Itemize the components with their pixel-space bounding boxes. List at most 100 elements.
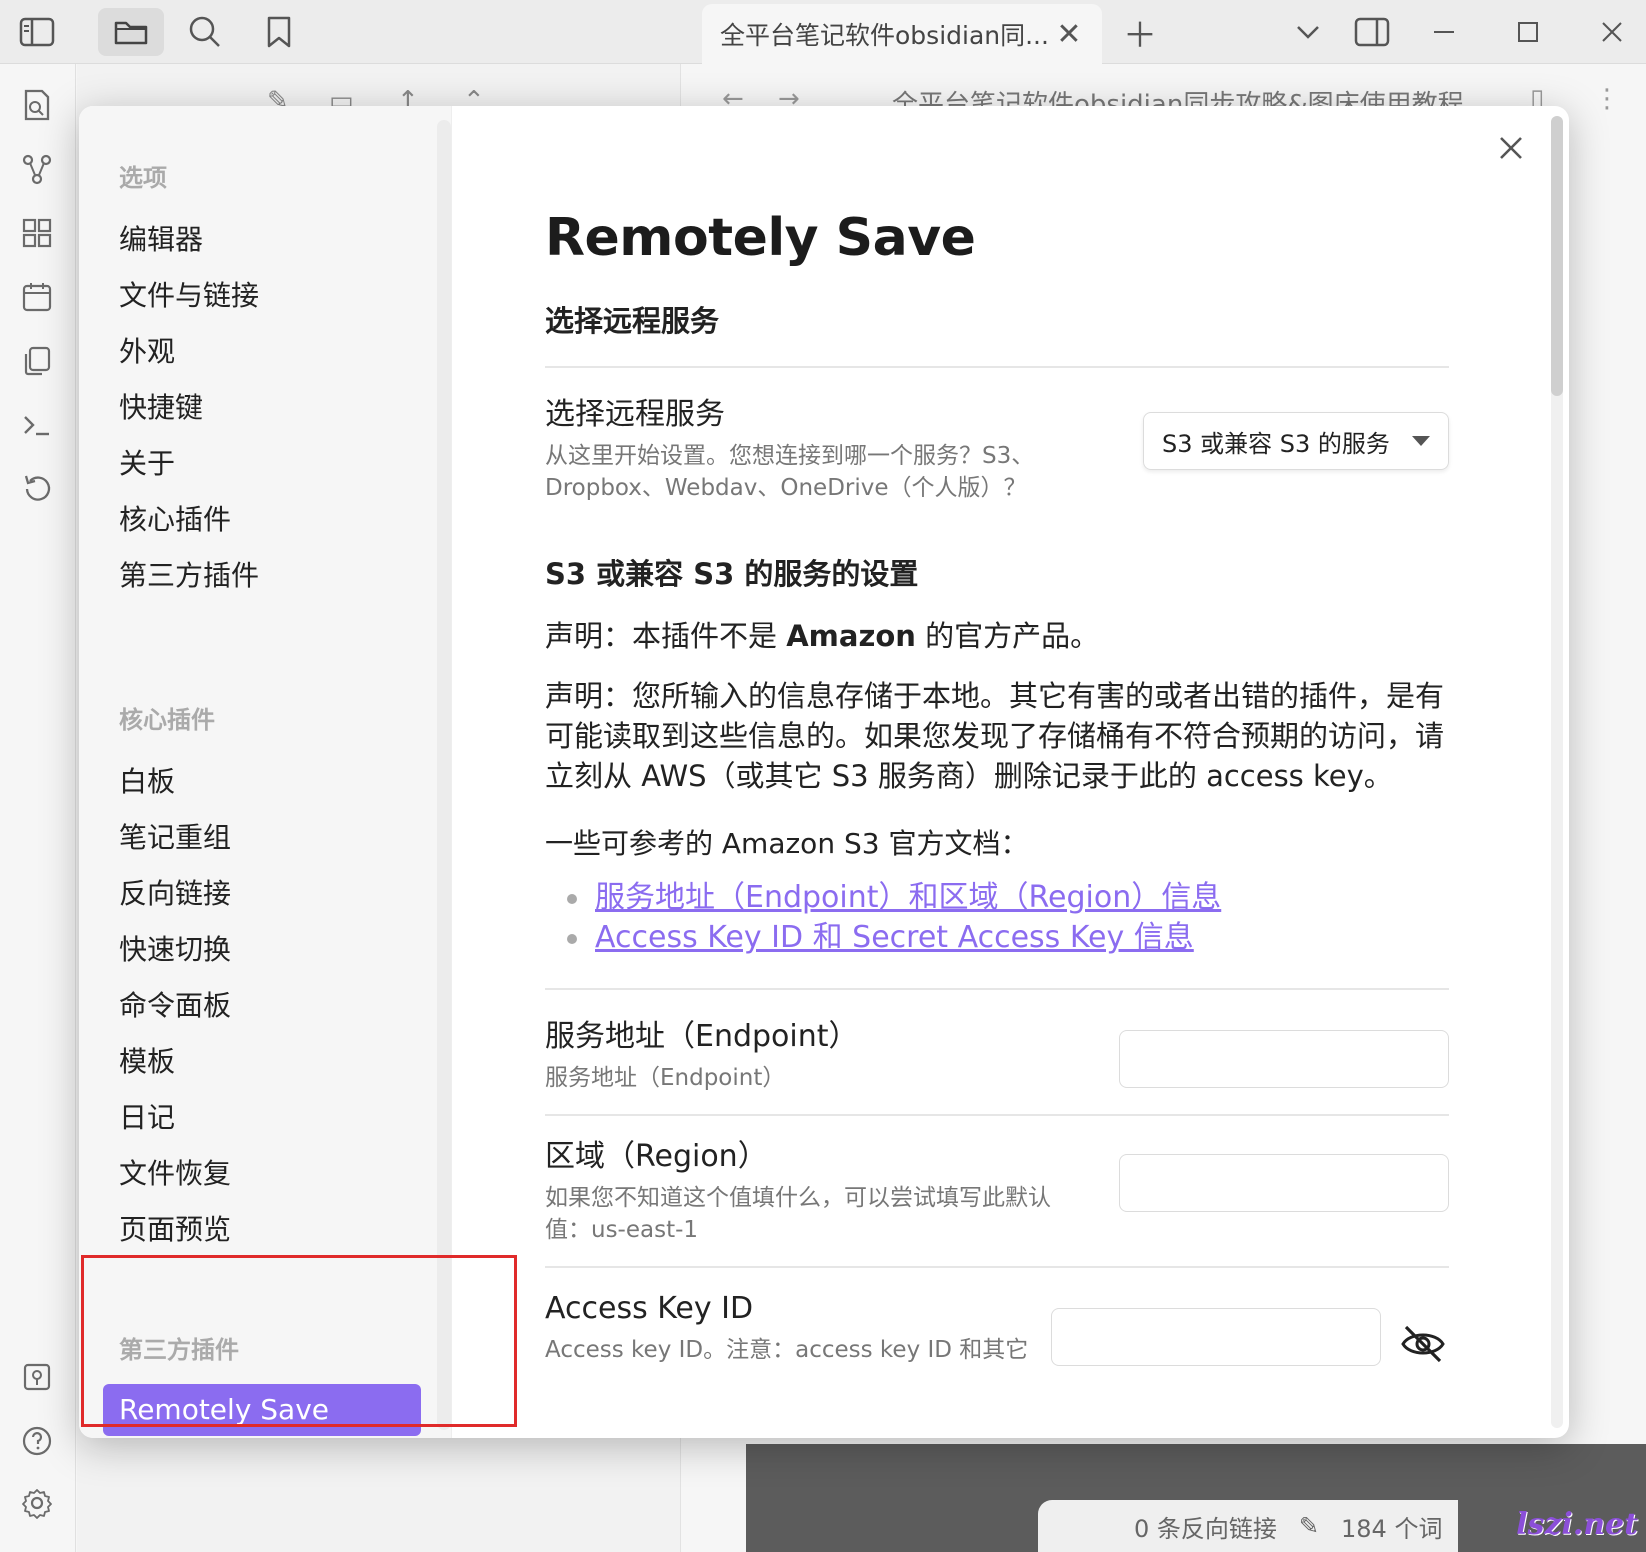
sidebar-scrollbar[interactable] (437, 120, 451, 1430)
group-header-core-plugins: 核心插件 (119, 706, 215, 734)
sidebar-item-about[interactable]: 关于 (79, 436, 451, 492)
divider (545, 988, 1449, 990)
maximize-icon[interactable] (1504, 8, 1552, 56)
search-icon[interactable] (180, 8, 230, 56)
setting-name: 选择远程服务 (545, 397, 725, 432)
setting-description: 如果您不知道这个值填什么，可以尝试填写此默认 值：us-east-1 (545, 1182, 1119, 1246)
edit-pen-icon[interactable]: ✎ (1299, 1512, 1319, 1540)
sidebar-divider (451, 106, 497, 1438)
group-header-options: 选项 (119, 164, 167, 192)
sidebar-item-hotkeys[interactable]: 快捷键 (79, 380, 451, 436)
minimize-icon[interactable] (1420, 8, 1468, 56)
sidebar-item-file-recovery[interactable]: 文件恢复 (79, 1146, 451, 1202)
list-item: Access Key ID 和 Secret Access Key 信息 (567, 918, 1449, 958)
endpoint-region-doc-link[interactable]: 服务地址（Endpoint）和区域（Region）信息 (595, 880, 1221, 915)
setting-name: 服务地址（Endpoint） (545, 1019, 859, 1054)
setting-description: 从这里开始设置。您想连接到哪一个服务？S3、 Dropbox、Webdav、On… (545, 440, 1143, 504)
chevron-down-icon[interactable] (1284, 8, 1332, 56)
close-tab-icon[interactable]: ✕ (1054, 17, 1084, 52)
help-icon[interactable] (18, 1422, 56, 1460)
disclaimer-amazon: 声明：本插件不是 Amazon 的官方产品。 (545, 616, 1449, 656)
region-input[interactable] (1119, 1154, 1449, 1212)
history-icon[interactable] (18, 470, 56, 508)
s3-settings-heading: S3 或兼容 S3 的服务的设置 (545, 557, 919, 591)
settings-modal: 选项 编辑器 文件与链接 外观 快捷键 关于 核心插件 第三方插件 核心插件 白… (79, 106, 1569, 1438)
docs-intro: 一些可参考的 Amazon S3 官方文档： (545, 827, 1029, 860)
endpoint-input[interactable] (1119, 1030, 1449, 1088)
disclaimer-text: 的官方产品。 (915, 619, 1100, 653)
setting-description-line: Dropbox、Webdav、OneDrive（个人版）？ (545, 475, 1027, 501)
setting-description: 服务地址（Endpoint） (545, 1065, 786, 1091)
list-item: 服务地址（Endpoint）和区域（Region）信息 (567, 878, 1449, 918)
calendar-icon[interactable] (18, 278, 56, 316)
eye-off-icon[interactable] (1397, 1318, 1449, 1370)
group-header-community-plugins: 第三方插件 (119, 1336, 239, 1364)
setting-region: 区域（Region） 如果您不知道这个值填什么，可以尝试填写此默认 值：us-e… (545, 1130, 1449, 1256)
disclaimer-local-storage: 声明：您所输入的信息存储于本地。其它有害的或者出错的插件，是有可能读取到这些信息… (545, 679, 1445, 793)
gear-icon[interactable] (18, 1484, 56, 1522)
watermark-logo: lszi.net (1516, 1507, 1638, 1542)
disclaimer-text: 声明：本插件不是 (545, 619, 787, 653)
sidebar-item-appearance[interactable]: 外观 (79, 324, 451, 380)
setting-description-line: 从这里开始设置。您想连接到哪一个服务？S3、 (545, 443, 1035, 469)
sidebar-item-remotely-save[interactable]: Remotely Save (103, 1384, 421, 1436)
docs-link-list: 服务地址（Endpoint）和区域（Region）信息 Access Key I… (567, 878, 1449, 958)
vault-icon[interactable] (18, 1358, 56, 1396)
more-options-icon[interactable]: ⋮ (1594, 84, 1620, 114)
caret-down-icon (1412, 436, 1430, 446)
settings-content: Remotely Save 选择远程服务 选择远程服务 从这里开始设置。您想连接… (497, 106, 1569, 1438)
divider (545, 1114, 1449, 1116)
sidebar-item-command-palette[interactable]: 命令面板 (79, 978, 451, 1034)
divider (545, 366, 1449, 368)
bookmark-icon[interactable] (254, 8, 304, 56)
close-modal-icon[interactable] (1489, 126, 1533, 170)
sidebar-item-daily-notes[interactable]: 日记 (79, 1090, 451, 1146)
copy-icon[interactable] (18, 342, 56, 380)
toggle-sidebar-icon[interactable] (12, 8, 62, 56)
dropdown-value: S3 或兼容 S3 的服务 (1162, 429, 1390, 458)
setting-remote-service: 选择远程服务 从这里开始设置。您想连接到哪一个服务？S3、 Dropbox、We… (545, 388, 1449, 514)
close-window-icon[interactable] (1588, 8, 1636, 56)
open-quick-switcher-icon[interactable] (18, 86, 56, 124)
new-tab-icon[interactable]: ＋ (1116, 8, 1164, 56)
sidebar-item-editor[interactable]: 编辑器 (79, 212, 451, 268)
status-bar: 1/8 Remo 0 条反向链接 ✎ 184 个词 (962, 1500, 1459, 1552)
sidebar-item-backlinks[interactable]: 反向链接 (79, 866, 451, 922)
title-bar: 全平台笔记软件obsidian同... ✕ ＋ (0, 0, 1646, 64)
access-key-id-input[interactable] (1051, 1308, 1381, 1366)
word-count: 184 个词 (1341, 1514, 1443, 1543)
sidebar-item-templates[interactable]: 模板 (79, 1034, 451, 1090)
tab-document[interactable]: 全平台笔记软件obsidian同... ✕ (702, 4, 1102, 64)
sidebar-item-core-plugins[interactable]: 核心插件 (79, 492, 451, 548)
page-title: Remotely Save (545, 208, 976, 268)
content-scrollbar[interactable] (1551, 116, 1563, 1428)
setting-access-key-id: Access Key ID Access key ID。注意：access ke… (545, 1282, 1449, 1380)
access-key-doc-link[interactable]: Access Key ID 和 Secret Access Key 信息 (595, 920, 1194, 955)
sidebar-item-community-plugins[interactable]: 第三方插件 (79, 548, 451, 604)
ribbon (0, 64, 76, 1552)
backlinks-count[interactable]: 0 条反向链接 (1134, 1509, 1277, 1544)
terminal-icon[interactable] (18, 406, 56, 444)
settings-sidebar: 选项 编辑器 文件与链接 外观 快捷键 关于 核心插件 第三方插件 核心插件 白… (79, 106, 517, 1438)
disclaimer-brand: Amazon (786, 619, 916, 653)
setting-name: 区域（Region） (545, 1139, 768, 1174)
folder-icon[interactable] (98, 8, 164, 56)
scrollbar-thumb[interactable] (1551, 116, 1563, 396)
tab-title: 全平台笔记软件obsidian同... (720, 21, 1049, 50)
remote-service-dropdown[interactable]: S3 或兼容 S3 的服务 (1143, 412, 1449, 470)
sidebar-item-quick-switcher[interactable]: 快速切换 (79, 922, 451, 978)
divider (545, 1266, 1449, 1268)
sidebar-item-canvas[interactable]: 白板 (79, 754, 451, 810)
sidebar-item-page-preview[interactable]: 页面预览 (79, 1202, 451, 1258)
sidebar-item-note-composer[interactable]: 笔记重组 (79, 810, 451, 866)
setting-description-line: 如果您不知道这个值填什么，可以尝试填写此默认 (545, 1185, 1051, 1211)
toggle-right-sidebar-icon[interactable] (1348, 8, 1396, 56)
graph-view-icon[interactable] (18, 150, 56, 188)
setting-description: Access key ID。注意：access key ID 和其它 (545, 1337, 1029, 1363)
setting-name: Access Key ID (545, 1291, 754, 1326)
setting-description-line: 值：us-east-1 (545, 1217, 699, 1243)
sidebar-item-files-links[interactable]: 文件与链接 (79, 268, 451, 324)
canvas-icon[interactable] (18, 214, 56, 252)
setting-endpoint: 服务地址（Endpoint） 服务地址（Endpoint） (545, 1010, 1449, 1104)
section-heading: 选择远程服务 (545, 304, 720, 338)
